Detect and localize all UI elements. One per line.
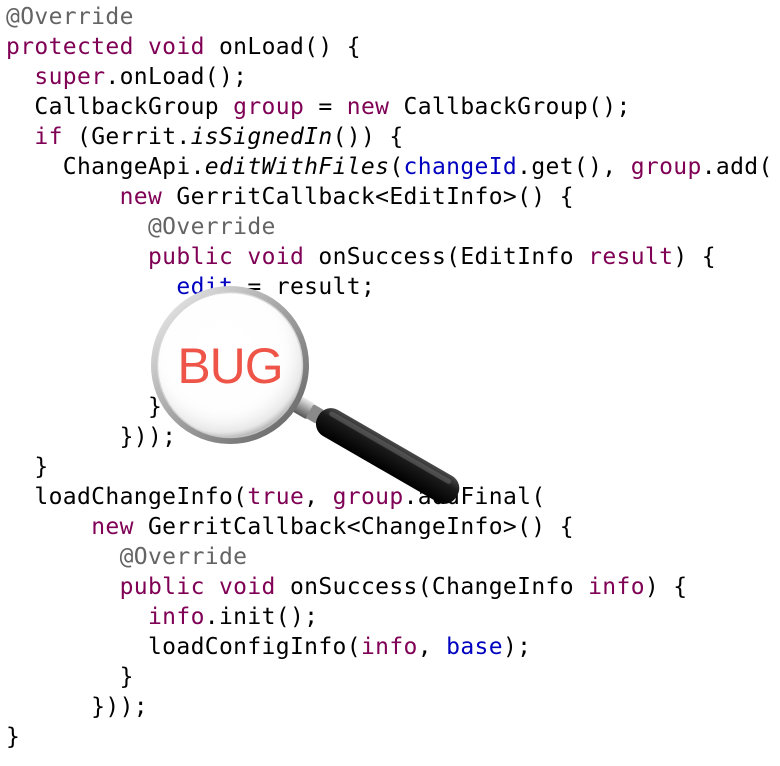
code-token: } [6, 664, 134, 690]
code-token: , [304, 484, 333, 510]
code-token: .addFinal( [403, 484, 546, 510]
code-token: loadConfigInfo( [6, 634, 361, 660]
code-line: } [6, 724, 20, 754]
code-token: void [147, 34, 205, 60]
code-line: edit = result; [6, 274, 375, 304]
code-token: (Gerrit. [62, 124, 191, 150]
code-token: new [346, 94, 390, 120]
code-token: onSuccess(ChangeInfo [275, 574, 589, 600]
code-listing: @Override protected void onLoad() { super… [0, 0, 780, 766]
code-token: })); [6, 424, 177, 450]
code-token: = result; [233, 274, 376, 300]
code-token: @Override [6, 4, 134, 30]
code-token: CallbackGroup [6, 94, 234, 120]
code-line: loadChangeInfo(true, group.addFinal( [6, 484, 546, 514]
code-token: CallbackGroup(); [389, 94, 631, 120]
code-token: group [233, 94, 305, 120]
code-token: GerritCallback<EditInfo>() { [162, 184, 574, 210]
code-token: info [147, 604, 205, 630]
code-token: public [119, 574, 205, 600]
code-line: @Override [6, 214, 276, 244]
code-token: = [304, 94, 347, 120]
code-token: } [6, 394, 163, 420]
code-token: editWithFiles [204, 154, 390, 180]
code-token: } [6, 454, 49, 480]
code-line: } [6, 394, 162, 424]
code-line: loadConfigInfo(info, base); [6, 634, 531, 664]
code-token: void [218, 574, 276, 600]
code-token: .init(); [204, 604, 319, 630]
code-token: group [332, 484, 404, 510]
code-token: onLoad() { [204, 34, 361, 60]
code-line: })); [6, 424, 176, 454]
code-token: ); [502, 634, 532, 660]
code-line: @Override [6, 544, 247, 574]
code-token: ) { [644, 574, 688, 600]
code-line: protected void onLoad() { [6, 34, 361, 64]
code-token: info [588, 574, 645, 600]
code-token: } [6, 724, 21, 750]
code-token: base [446, 634, 503, 660]
code-line: public void onSuccess(EditInfo result) { [6, 244, 716, 274]
code-token: loadChangeInfo( [6, 484, 248, 510]
code-line: public void onSuccess(ChangeInfo info) { [6, 574, 688, 604]
code-token: result [588, 244, 674, 270]
code-token: ( [389, 154, 404, 180]
code-token: true [247, 484, 305, 510]
code-token: info [360, 634, 418, 660]
code-line: })); [6, 694, 148, 724]
bug-label: BUG [177, 338, 283, 394]
code-token: @Override [147, 214, 276, 240]
code-line: super.onLoad(); [6, 64, 247, 94]
code-token: group [630, 154, 702, 180]
code-token: super [34, 64, 106, 90]
code-line: } [6, 454, 49, 484]
code-token: GerritCallback<ChangeInfo>() { [133, 514, 574, 540]
code-line: new GerritCallback<EditInfo>() { [6, 184, 574, 214]
code-token: , [417, 634, 447, 660]
code-token: changeId [403, 154, 518, 180]
code-token: protected [6, 34, 134, 60]
code-token: edit [176, 274, 234, 300]
code-line: CallbackGroup group = new CallbackGroup(… [6, 94, 631, 124]
code-token: public [147, 244, 234, 270]
code-line: ChangeApi.editWithFiles(changeId.get(), … [6, 154, 773, 184]
code-line: info.init(); [6, 604, 318, 634]
code-token: isSignedIn [190, 124, 333, 150]
code-token: ChangeApi. [6, 154, 205, 180]
code-line: } [6, 664, 134, 694]
code-line: @Override [6, 4, 134, 34]
code-token: .get(), [517, 154, 631, 180]
code-token: new [91, 514, 134, 540]
code-token: })); [6, 694, 148, 720]
code-token: void [247, 244, 305, 270]
code-token: new [119, 184, 163, 210]
code-figure: @Override protected void onLoad() { super… [0, 0, 780, 766]
code-token: .add( [701, 154, 773, 180]
code-token: ) { [673, 244, 716, 270]
code-line: new GerritCallback<ChangeInfo>() { [6, 514, 574, 544]
code-token: @Override [119, 544, 248, 570]
code-token: if [34, 124, 63, 150]
code-token: onSuccess(EditInfo [304, 244, 589, 270]
code-token: ()) { [332, 124, 404, 150]
code-token: .onLoad(); [105, 64, 248, 90]
code-line: if (Gerrit.isSignedIn()) { [6, 124, 404, 154]
